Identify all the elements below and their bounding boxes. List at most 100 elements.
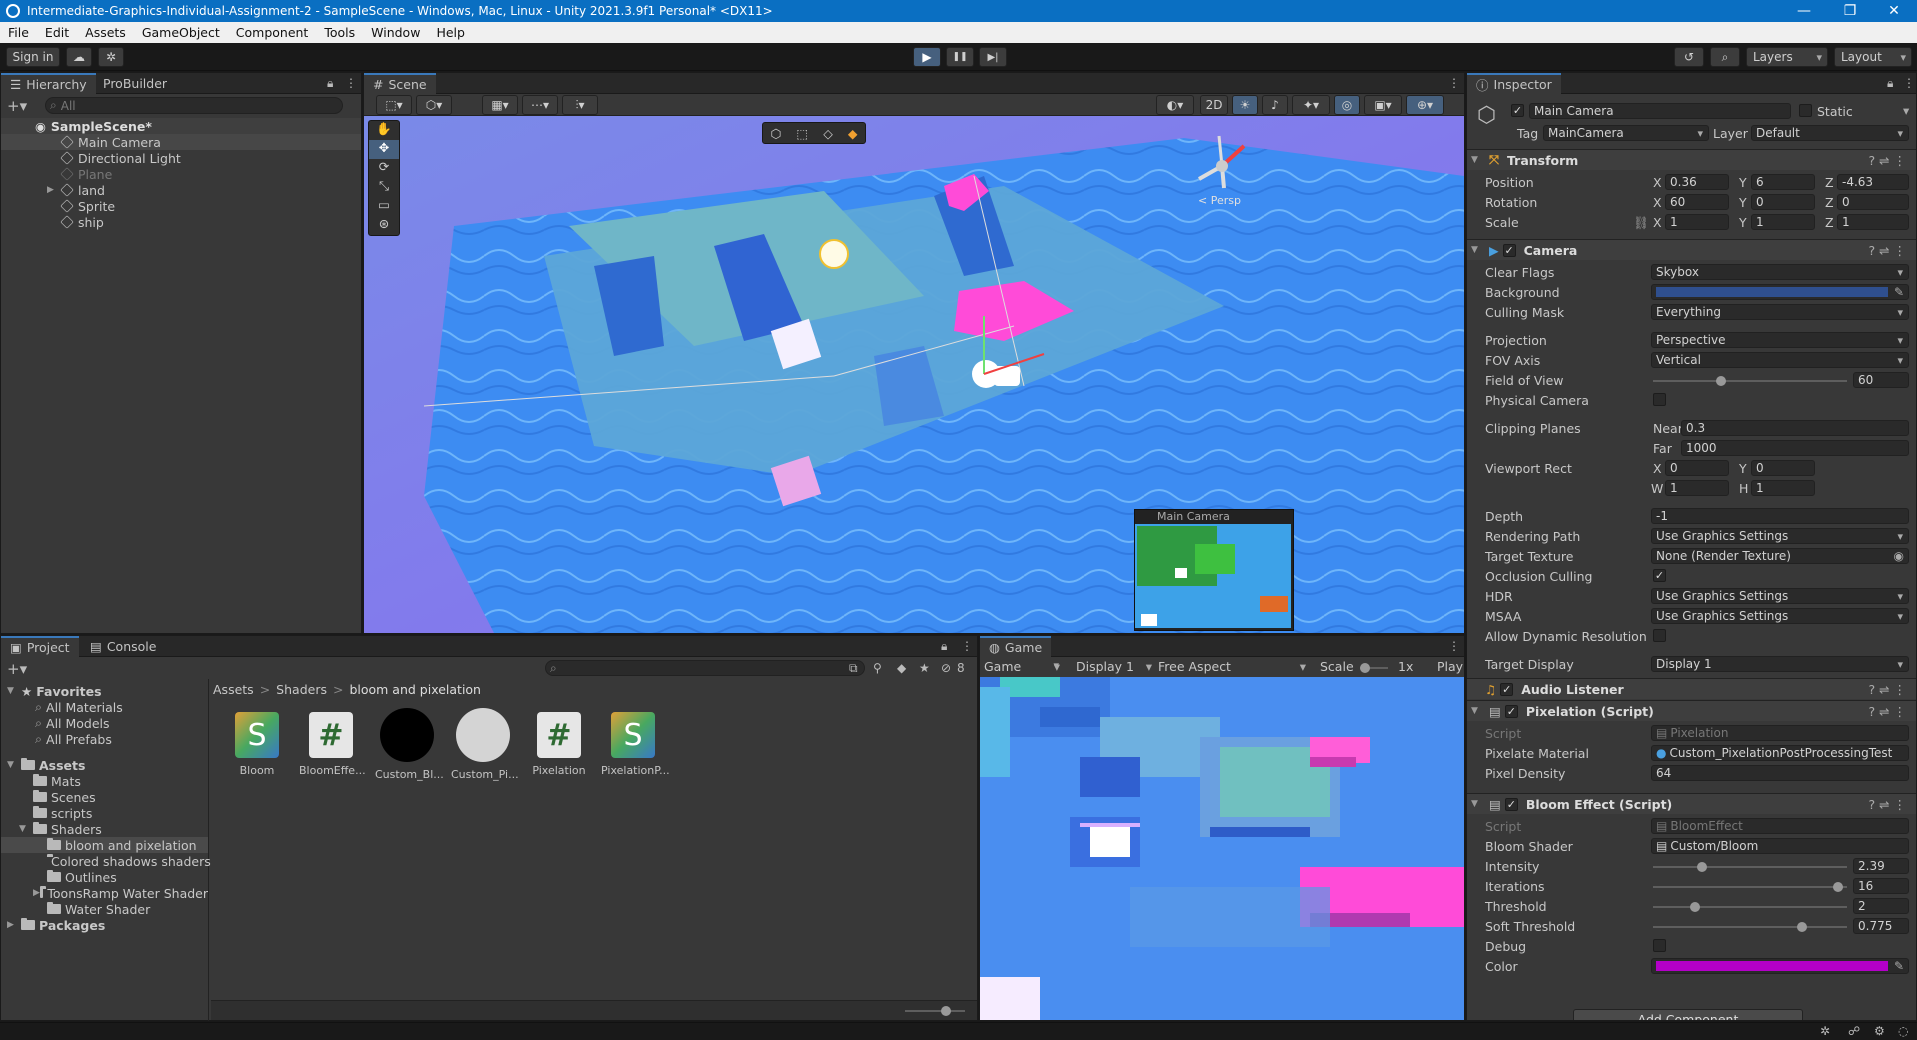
lock-icon[interactable]: 🔒︎: [1887, 76, 1893, 91]
tree-folder-water-shader[interactable]: Water Shader: [1, 901, 208, 917]
iterations-slider[interactable]: [1653, 882, 1847, 892]
rotation-z-field[interactable]: 0: [1837, 194, 1909, 210]
tree-favorite-item[interactable]: ⌕ All Materials: [1, 699, 208, 715]
collab-icon[interactable]: ✲: [98, 47, 124, 67]
tab-probuilder[interactable]: ProBuilder: [94, 73, 176, 94]
step-button[interactable]: ▶|: [979, 47, 1007, 67]
more-icon[interactable]: ⋮: [961, 639, 973, 653]
scale-x-field[interactable]: 1: [1665, 214, 1729, 230]
near-field[interactable]: 0.3: [1681, 420, 1909, 436]
object-name-field[interactable]: Main Camera: [1529, 103, 1791, 119]
camera-header[interactable]: ▼ ▶ ✓ Camera ? ⇌ ⋮: [1467, 239, 1916, 260]
tab-console[interactable]: ▤ Console: [81, 636, 165, 657]
intensity-field[interactable]: 2.39: [1853, 858, 1909, 874]
tree-folder-bloom-and-pixelation[interactable]: bloom and pixelation: [1, 837, 208, 853]
dynamic-resolution-checkbox[interactable]: [1653, 629, 1666, 642]
culling-mask-dropdown[interactable]: Everything: [1651, 304, 1909, 320]
viewport-w-field[interactable]: 1: [1665, 480, 1729, 496]
rotate-tool-icon[interactable]: ⟳: [369, 159, 399, 178]
layout-dropdown[interactable]: Layout: [1834, 47, 1912, 67]
msaa-dropdown[interactable]: Use Graphics Settings: [1651, 608, 1909, 624]
more-icon[interactable]: ⋮: [345, 76, 357, 90]
tree-packages[interactable]: ▶ Packages: [1, 917, 208, 933]
tree-folder-scenes[interactable]: Scenes: [1, 789, 208, 805]
asset-pixelation-script[interactable]: # Pixelation: [527, 712, 591, 777]
sign-in-button[interactable]: Sign in: [6, 47, 60, 67]
target-texture-field[interactable]: None (Render Texture) ◉: [1651, 548, 1909, 564]
icon-size-slider[interactable]: [905, 1006, 965, 1016]
iterations-slider-knob[interactable]: [1833, 882, 1844, 892]
tree-favorite-item[interactable]: ⌕ All Models: [1, 715, 208, 731]
hierarchy-item-ship[interactable]: ship: [1, 214, 361, 230]
pixelate-material-field[interactable]: ● Custom_PixelationPostProcessingTest: [1651, 745, 1909, 761]
hierarchy-item-plane[interactable]: Plane: [1, 166, 361, 182]
audio-listener-checkbox[interactable]: ✓: [1500, 682, 1514, 696]
cache-icon[interactable]: ⚙: [1874, 1024, 1885, 1038]
expand-arrow-icon[interactable]: ▶: [7, 920, 21, 930]
fov-slider[interactable]: [1653, 376, 1847, 386]
asset-bloom-shader[interactable]: S Bloom: [225, 712, 289, 777]
scene-viewport[interactable]: ✋ ✥ ⟳ ⤡ ▭ ⊛ ⬡ ⬚ ◇ ◆ < Persp Main Camera: [364, 116, 1464, 633]
tree-folder-scripts[interactable]: scripts: [1, 805, 208, 821]
viewport-x-field[interactable]: 0: [1665, 460, 1729, 476]
camera-settings-icon[interactable]: ▣▾: [1364, 95, 1402, 115]
effects-icon[interactable]: ✦▾: [1292, 95, 1330, 115]
lock-icon[interactable]: 🔒︎: [941, 639, 947, 654]
asset-pixelation-shader[interactable]: S PixelationP...: [601, 712, 670, 777]
pixel-density-field[interactable]: 64: [1651, 765, 1909, 781]
intensity-slider-knob[interactable]: [1697, 862, 1708, 872]
menu-window[interactable]: Window: [363, 25, 428, 40]
game-mode-dropdown[interactable]: Game ▾: [984, 659, 1064, 674]
layers-dropdown[interactable]: Layers: [1746, 47, 1828, 67]
hdr-dropdown[interactable]: Use Graphics Settings: [1651, 588, 1909, 604]
tab-project[interactable]: ▣ Project: [1, 636, 79, 657]
foldout-arrow-icon[interactable]: ▼: [1467, 245, 1481, 255]
lighting-toggle-icon[interactable]: ☀: [1232, 95, 1258, 115]
edge-mode-icon[interactable]: ◇: [823, 126, 833, 141]
tree-folder-toonsramp[interactable]: ▶ ToonsRamp Water Shader: [1, 885, 208, 901]
breadcrumb-shaders[interactable]: Shaders: [276, 682, 327, 698]
draw-mode-icon[interactable]: ⬚▾: [376, 95, 412, 115]
cloud-icon[interactable]: ☁: [66, 47, 92, 67]
menu-assets[interactable]: Assets: [77, 25, 134, 40]
object-picker-icon[interactable]: ◉: [1894, 549, 1904, 563]
component-menu-icons[interactable]: ? ⇌ ⋮: [1868, 797, 1906, 812]
pixelation-enabled-checkbox[interactable]: ✓: [1504, 704, 1518, 718]
display-dropdown[interactable]: Display 1 ▾: [1076, 659, 1152, 674]
label-icon[interactable]: ◆: [897, 661, 906, 675]
lock-icon[interactable]: 🔒︎: [327, 76, 333, 91]
audio-listener-header[interactable]: ♫ ✓ Audio Listener ? ⇌ ⋮: [1467, 678, 1916, 699]
scale-slider[interactable]: [1360, 663, 1388, 673]
snap-increment-icon[interactable]: ⋯▾: [522, 95, 558, 115]
tree-folder-shaders[interactable]: ▼ Shaders: [1, 821, 208, 837]
tab-scene[interactable]: # Scene: [364, 73, 436, 94]
component-menu-icons[interactable]: ? ⇌ ⋮: [1868, 243, 1906, 258]
foldout-arrow-icon[interactable]: ▼: [1467, 155, 1481, 165]
background-color-field[interactable]: ✎: [1651, 284, 1909, 300]
position-x-field[interactable]: 0.36: [1665, 174, 1729, 190]
tab-inspector[interactable]: ⓘ Inspector: [1467, 73, 1561, 94]
search-icon[interactable]: ⌕: [1710, 47, 1740, 67]
expand-arrow-icon[interactable]: ▼: [7, 686, 21, 696]
hierarchy-item-sprite[interactable]: Sprite: [1, 198, 361, 214]
active-checkbox[interactable]: ✓: [1511, 104, 1524, 117]
tree-favorites[interactable]: ▼ ★ Favorites: [1, 683, 208, 699]
bloom-shader-field[interactable]: ▤ Custom/Bloom: [1651, 838, 1909, 854]
visibility-icon[interactable]: ◎: [1334, 95, 1360, 115]
scene-root-row[interactable]: ◉ SampleScene*: [1, 118, 361, 134]
threshold-slider[interactable]: [1653, 902, 1847, 912]
depth-field[interactable]: -1: [1651, 508, 1909, 524]
threshold-slider-knob[interactable]: [1689, 902, 1700, 912]
more-icon[interactable]: ⋮: [1448, 639, 1460, 653]
tag-dropdown[interactable]: MainCamera: [1543, 125, 1709, 141]
scale-tool-icon[interactable]: ⤡: [369, 178, 399, 197]
rect-tool-icon[interactable]: ▭: [369, 197, 399, 216]
clear-flags-dropdown[interactable]: Skybox: [1651, 264, 1909, 280]
fov-axis-dropdown[interactable]: Vertical: [1651, 352, 1909, 368]
more-icon[interactable]: ⋮: [1903, 76, 1915, 90]
position-y-field[interactable]: 6: [1751, 174, 1815, 190]
physical-camera-checkbox[interactable]: [1653, 393, 1666, 406]
hierarchy-search-input[interactable]: ⌕ All: [45, 97, 343, 114]
rendering-path-dropdown[interactable]: Use Graphics Settings: [1651, 528, 1909, 544]
debug-checkbox[interactable]: [1653, 939, 1666, 952]
